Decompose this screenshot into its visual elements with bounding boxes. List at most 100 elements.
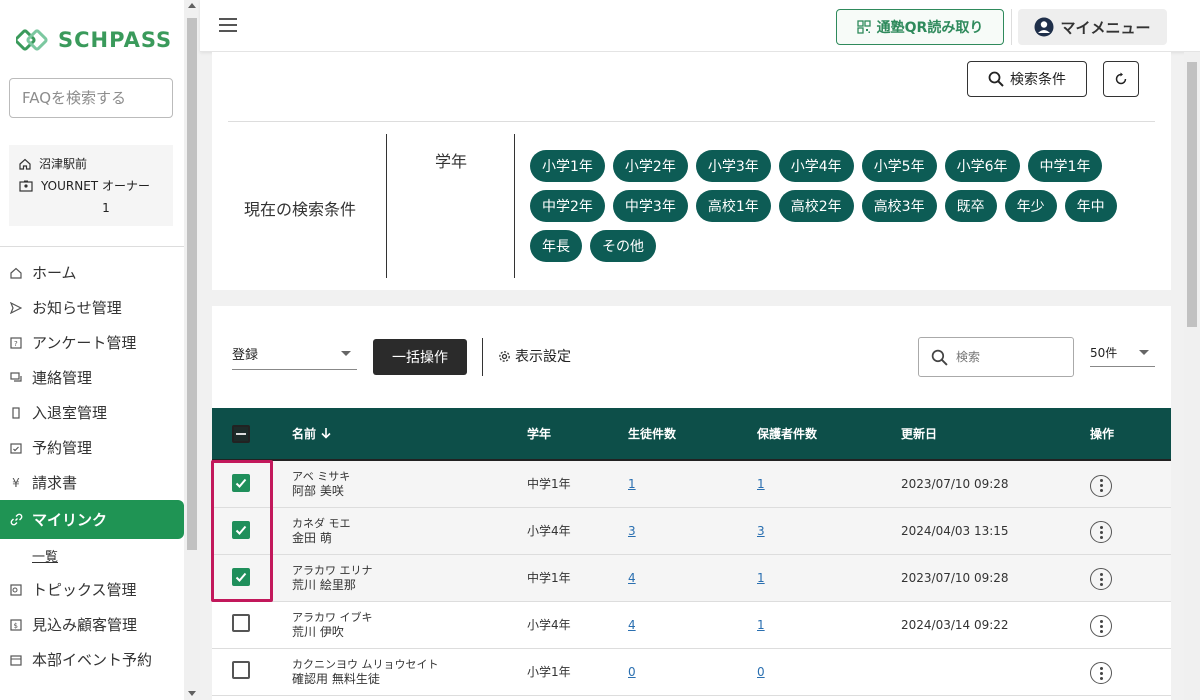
select-all-checkbox[interactable]	[232, 425, 250, 443]
column-header-grade: 学年	[527, 427, 552, 441]
dropdown-caret-icon	[1139, 350, 1149, 355]
grade-chip[interactable]: 小学6年	[944, 150, 1020, 182]
grade-chip[interactable]: 高校1年	[695, 190, 771, 222]
sidebar-item-topics[interactable]: トピックス管理	[0, 572, 184, 607]
grade-chip[interactable]: 高校3年	[861, 190, 937, 222]
grade-chip[interactable]: 高校2年	[778, 190, 854, 222]
row-checkbox[interactable]	[232, 568, 250, 586]
grade-chip[interactable]: 中学1年	[1027, 150, 1103, 182]
svg-text:$: $	[14, 622, 18, 630]
more-options-icon[interactable]	[1090, 474, 1112, 497]
grade-cell: 小学4年	[527, 601, 628, 649]
actions-cell	[1090, 507, 1171, 555]
sidebar-scroll-thumb[interactable]	[187, 18, 197, 550]
grade-chip[interactable]: 小学1年	[530, 150, 605, 182]
table-body: アベ ミサキ 阿部 美咲 中学1年 1 1 2023/07/10 09:28 カネダ モエ金…	[212, 460, 1171, 696]
name-cell: カクニンヨウ ムリョウセイト 確認用 無料生徒	[292, 648, 527, 696]
brand-name: SCHPASS	[58, 28, 173, 52]
home-icon	[9, 266, 23, 280]
sidebar-item-reservations[interactable]: 予約管理	[0, 430, 184, 465]
more-options-icon[interactable]	[1090, 568, 1112, 591]
scroll-down-arrow-icon[interactable]	[188, 691, 196, 696]
more-options-icon[interactable]	[1090, 615, 1112, 638]
guardians-count-link[interactable]: 1	[757, 477, 765, 491]
students-count-link[interactable]: 4	[628, 571, 636, 585]
sidebar-item-label: トピックス管理	[32, 581, 137, 599]
guardians-count-link[interactable]: 0	[757, 665, 765, 679]
name-kana: アベ ミサキ	[292, 469, 351, 483]
sidebar-item-entry[interactable]: 入退室管理	[0, 395, 184, 430]
select-all-cell	[212, 408, 292, 460]
qr-scan-button[interactable]: 通塾QR読み取り	[836, 9, 1004, 45]
table-row[interactable]: カネダ モエ 金田 萌小学4年 3 3 2024/04/03 13:15	[212, 507, 1171, 555]
row-checkbox[interactable]	[232, 521, 250, 539]
list-card: 登録 一括操作 表示設定 50件 名前 学年 生徒件数 保護者件数	[212, 306, 1171, 700]
gear-icon	[499, 350, 510, 362]
grade-chip[interactable]: 既卒	[944, 190, 997, 222]
sidebar-item-home[interactable]: ホーム	[0, 255, 184, 290]
grade-chip[interactable]: 小学2年	[612, 150, 688, 182]
grade-chip[interactable]: 年少	[1004, 190, 1057, 222]
grade-chip[interactable]: 中学3年	[612, 190, 688, 222]
column-header-name[interactable]: 名前	[292, 408, 527, 460]
bulk-action-button[interactable]: 一括操作	[373, 339, 467, 375]
grade-chip[interactable]: 小学5年	[861, 150, 937, 182]
display-settings-button[interactable]: 表示設定	[498, 346, 571, 366]
check-icon	[235, 572, 247, 582]
grade-chip[interactable]: 小学4年	[778, 150, 854, 182]
row-checkbox[interactable]	[232, 474, 250, 493]
sidebar-item-notices[interactable]: お知らせ管理	[0, 290, 184, 325]
guardians-count-link[interactable]: 1	[757, 571, 765, 585]
table-row[interactable]: アラカワ エリナ 荒川 絵里那 中学1年 4 1 2023/07/10 09:28	[212, 554, 1171, 602]
sidebar-item-contacts[interactable]: 連絡管理	[0, 360, 184, 395]
more-options-icon[interactable]	[1090, 521, 1112, 544]
search-conditions-button[interactable]: 検索条件	[967, 61, 1087, 97]
main-scroll-thumb[interactable]	[1187, 62, 1197, 327]
grade-chip[interactable]: 中学2年	[530, 190, 605, 222]
sidebar-scrollbar[interactable]	[184, 0, 200, 700]
guardians-count-link[interactable]: 3	[757, 524, 765, 538]
faq-search-input[interactable]	[9, 78, 173, 118]
scroll-up-arrow-icon[interactable]	[188, 3, 196, 8]
schpass-logo[interactable]: SCHPASS	[16, 28, 172, 52]
row-checkbox[interactable]	[232, 614, 250, 632]
students-count-link[interactable]: 1	[628, 477, 636, 491]
students-count-link[interactable]: 0	[628, 665, 636, 679]
list-search-input[interactable]	[956, 350, 1056, 364]
more-options-icon[interactable]	[1090, 662, 1112, 685]
hamburger-menu-icon[interactable]	[219, 18, 237, 32]
row-select-cell	[212, 601, 292, 649]
arrow-down-icon	[321, 428, 331, 439]
guardians-count-link[interactable]: 1	[757, 618, 765, 632]
main-scrollbar[interactable]	[1184, 52, 1200, 700]
sidebar-item-mylink[interactable]: マイリンク	[0, 500, 184, 539]
sidebar-item-events[interactable]: 本部イベント予約	[0, 642, 184, 677]
register-select[interactable]: 登録	[232, 338, 357, 370]
list-search-box[interactable]	[918, 337, 1074, 377]
students-count-link[interactable]: 4	[628, 618, 636, 632]
per-page-value: 50件	[1090, 346, 1118, 360]
row-checkbox[interactable]	[232, 661, 250, 679]
name-cell: アラカワ イブキ 荒川 伊吹	[292, 601, 527, 649]
table-row[interactable]: カクニンヨウ ムリョウセイト 確認用 無料生徒 小学1年 0 0	[212, 648, 1171, 696]
grade-chip[interactable]: 小学3年	[695, 150, 771, 182]
updated-cell: 2024/03/14 09:22	[901, 601, 1090, 649]
grade-chip[interactable]: 年中	[1064, 190, 1117, 222]
grade-chip[interactable]: その他	[590, 230, 656, 262]
table-row[interactable]: アベ ミサキ 阿部 美咲 中学1年 1 1 2023/07/10 09:28	[212, 460, 1171, 508]
refresh-button[interactable]	[1103, 61, 1139, 97]
sidebar-item-surveys[interactable]: ? アンケート管理	[0, 325, 184, 360]
sidebar-item-invoices[interactable]: ¥ 請求書	[0, 465, 184, 500]
sidebar-item-label: 本部イベント予約	[32, 651, 153, 669]
students-count-link[interactable]: 3	[628, 524, 636, 538]
table-row[interactable]: アラカワ イブキ 荒川 伊吹 小学4年 4 1 2024/03/14 09:22	[212, 601, 1171, 649]
column-header-updated: 更新日	[901, 427, 938, 441]
send-icon	[9, 301, 23, 315]
per-page-select[interactable]: 50件	[1090, 339, 1155, 367]
sidebar-subitem-list[interactable]: 一覧	[0, 539, 184, 572]
grade-chip[interactable]: 年長	[530, 230, 582, 262]
my-menu-button[interactable]: マイメニュー	[1018, 9, 1167, 45]
school-name: 沼津駅前	[39, 157, 88, 171]
row-select-cell	[212, 554, 292, 602]
sidebar-item-prospects[interactable]: $ 見込み顧客管理	[0, 607, 184, 642]
